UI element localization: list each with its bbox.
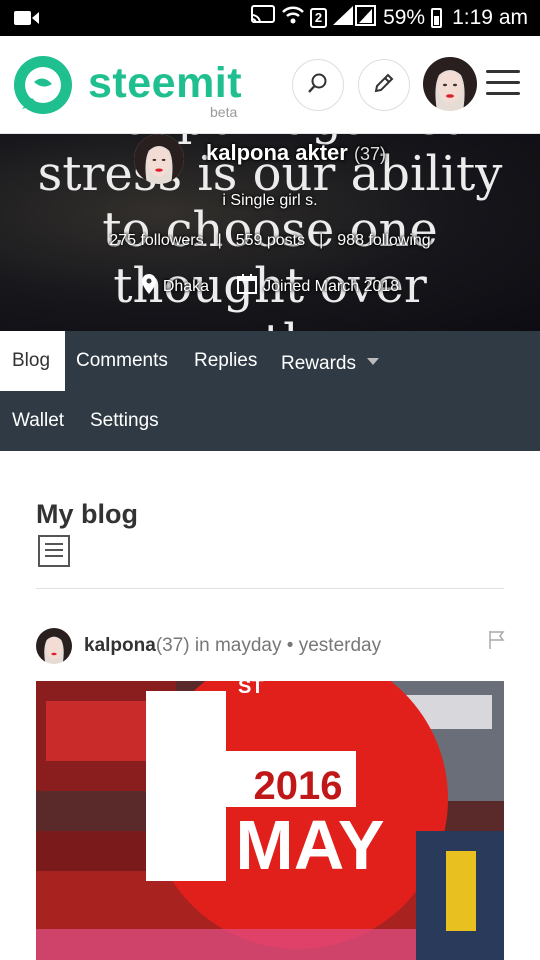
post-category[interactable]: mayday — [215, 635, 282, 656]
sim-slot-badge: 2 — [309, 8, 328, 28]
brand-name[interactable]: steemit — [88, 59, 242, 108]
steemit-logo-icon[interactable] — [12, 54, 74, 116]
profile-stats: 275 followers | 559 posts | 988 followin… — [109, 232, 431, 250]
following-count[interactable]: 988 following — [337, 232, 430, 250]
wifi-icon — [281, 4, 304, 32]
profile-name: kalpona akter (37) — [206, 140, 386, 165]
tab-wallet[interactable]: Wallet — [0, 391, 76, 451]
profile-tabs: Blog Comments Replies Rewards Wallet Set… — [0, 331, 540, 451]
cast-icon — [250, 5, 276, 31]
posts-count: 559 posts — [235, 232, 306, 249]
tab-settings[interactable]: Settings — [78, 391, 171, 451]
tab-replies[interactable]: Replies — [182, 331, 269, 391]
followers-count[interactable]: 275 followers — [109, 232, 203, 250]
pencil-icon — [373, 72, 395, 99]
list-view-icon[interactable] — [38, 535, 70, 567]
battery-icon — [431, 8, 443, 28]
profile-reputation: (37) — [353, 144, 386, 164]
location-text: Dhaka — [162, 277, 210, 295]
status-bar: 2 59% 1:19 am — [0, 0, 540, 36]
tab-comments[interactable]: Comments — [64, 331, 180, 391]
location-pin-icon — [141, 274, 157, 299]
joined-date: Joined March 2018 — [263, 277, 400, 295]
search-button[interactable] — [292, 59, 344, 111]
image-month: MAY — [235, 806, 384, 884]
post-thumbnail[interactable]: 2016 ST MAY — [36, 681, 504, 960]
calendar-icon — [237, 274, 258, 299]
clock: 1:19 am — [452, 6, 528, 29]
post-meta: kalpona(37) in mayday • yesterday — [84, 635, 382, 656]
divider — [36, 588, 504, 589]
flag-icon[interactable] — [488, 630, 506, 655]
video-recording-icon — [14, 10, 40, 31]
post-author-reputation: (37) — [155, 635, 190, 656]
tab-rewards[interactable]: Rewards — [269, 331, 391, 391]
profile-avatar — [134, 134, 184, 184]
image-year: 2016 — [254, 764, 343, 808]
post-header: kalpona(37) in mayday • yesterday — [36, 628, 506, 666]
page-title: My blog — [36, 499, 138, 529]
blog-content: My blog kalpona(37) in mayday • yesterda… — [0, 451, 540, 960]
hamburger-menu-icon[interactable] — [486, 70, 522, 100]
caret-down-icon — [367, 331, 380, 391]
search-icon — [307, 72, 329, 99]
tab-blog[interactable]: Blog — [0, 331, 65, 391]
image-top-text: ST — [238, 681, 264, 698]
battery-percent: 59% — [383, 6, 426, 29]
site-header: steemit beta — [0, 36, 540, 134]
profile-banner: weapon against stress is our ability to … — [0, 134, 540, 331]
write-post-button[interactable] — [358, 59, 410, 111]
beta-label: beta — [210, 104, 238, 120]
post-author[interactable]: kalpona — [84, 635, 156, 656]
profile-about: i Single girl s. — [222, 192, 318, 209]
user-avatar[interactable] — [423, 57, 477, 111]
post-time[interactable]: yesterday — [299, 635, 381, 656]
profile-meta: Dhaka Joined March 2018 — [0, 274, 540, 299]
signal-icon — [333, 4, 377, 32]
post-author-avatar[interactable] — [36, 628, 72, 664]
